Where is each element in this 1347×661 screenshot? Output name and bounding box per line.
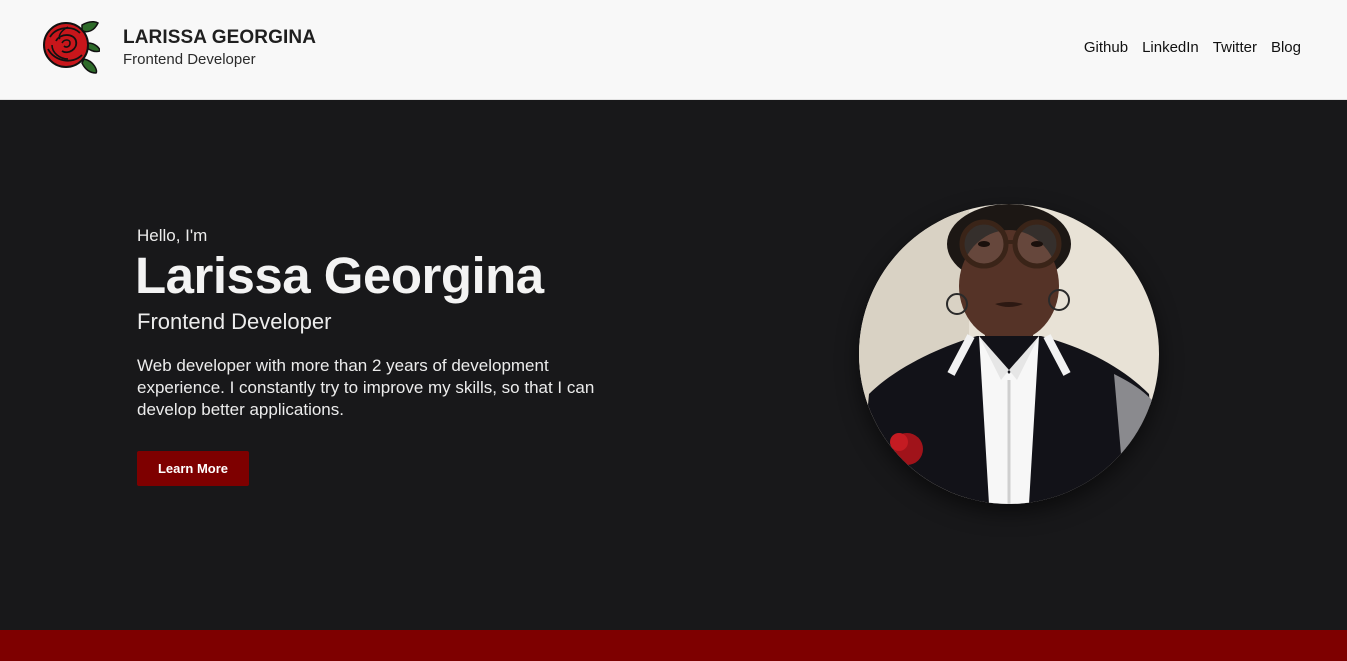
footer-accent-bar <box>0 630 1347 661</box>
brand-name: LARISSA GEORGINA <box>123 27 317 48</box>
site-header: LARISSA GEORGINA Frontend Developer Gith… <box>0 0 1347 100</box>
nav-link-github[interactable]: Github <box>1084 39 1128 56</box>
hero-name: Larissa Georgina <box>135 247 544 304</box>
rose-icon[interactable] <box>38 15 100 77</box>
nav-link-twitter[interactable]: Twitter <box>1213 39 1257 56</box>
portrait-illustration <box>859 204 1159 504</box>
nav-link-linkedin[interactable]: LinkedIn <box>1142 39 1199 56</box>
nav-link-blog[interactable]: Blog <box>1271 39 1301 56</box>
main-nav: Github LinkedIn Twitter Blog <box>1084 39 1301 56</box>
brand-role: Frontend Developer <box>123 51 256 68</box>
hero-description: Web developer with more than 2 years of … <box>137 356 595 419</box>
profile-photo <box>859 204 1159 504</box>
learn-more-button[interactable]: Learn More <box>137 451 249 486</box>
hero-greeting: Hello, I'm <box>137 226 208 245</box>
hero-role: Frontend Developer <box>137 309 332 334</box>
hero-section: Hello, I'm Larissa Georgina Frontend Dev… <box>0 100 1347 630</box>
